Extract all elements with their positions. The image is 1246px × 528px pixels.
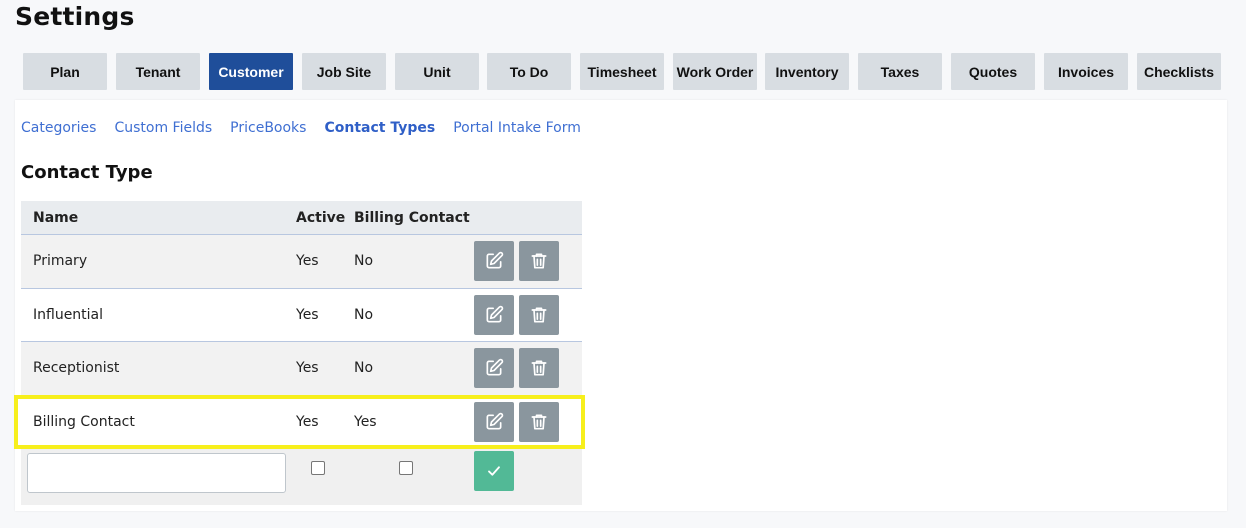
row-active: Yes bbox=[296, 306, 319, 323]
edit-icon bbox=[486, 359, 504, 376]
tab-customer[interactable]: Customer bbox=[209, 53, 293, 90]
new-billing-contact-checkbox[interactable] bbox=[399, 461, 413, 475]
edit-button[interactable] bbox=[474, 294, 514, 335]
trash-icon bbox=[531, 360, 547, 376]
delete-button[interactable] bbox=[519, 294, 559, 335]
tab-job-site[interactable]: Job Site bbox=[302, 53, 386, 90]
row-name: Influential bbox=[33, 306, 104, 323]
row-active: Yes bbox=[296, 253, 319, 270]
tab-work-order[interactable]: Work Order bbox=[673, 53, 757, 90]
edit-button[interactable] bbox=[474, 241, 514, 282]
tab-inventory[interactable]: Inventory bbox=[765, 53, 849, 90]
edit-button[interactable] bbox=[474, 401, 514, 442]
edit-button[interactable] bbox=[474, 348, 514, 389]
table-row-highlighted: Billing Contact Yes Yes bbox=[21, 395, 582, 449]
row-active: Yes bbox=[296, 413, 319, 430]
trash-icon bbox=[531, 253, 547, 269]
subnav-portal-intake-form[interactable]: Portal Intake Form bbox=[453, 120, 581, 136]
row-billing-contact: No bbox=[354, 253, 374, 270]
column-header-active: Active bbox=[296, 209, 346, 226]
customer-subnav: Categories Custom Fields PriceBooks Cont… bbox=[21, 120, 599, 136]
settings-panel: Categories Custom Fields PriceBooks Cont… bbox=[14, 100, 1227, 511]
column-header-billing-contact: Billing Contact bbox=[354, 209, 470, 226]
tab-taxes[interactable]: Taxes bbox=[858, 53, 942, 90]
delete-button[interactable] bbox=[519, 348, 559, 389]
delete-button[interactable] bbox=[519, 401, 559, 442]
row-billing-contact: No bbox=[354, 360, 374, 377]
row-name: Receptionist bbox=[33, 360, 120, 377]
trash-icon bbox=[531, 414, 547, 430]
table-row: Primary Yes No bbox=[21, 235, 582, 289]
row-active: Yes bbox=[296, 360, 319, 377]
edit-icon bbox=[486, 305, 504, 323]
new-contact-type-name-input[interactable] bbox=[27, 453, 286, 493]
table-header: Name Active Billing Contact bbox=[21, 201, 582, 235]
tab-invoices[interactable]: Invoices bbox=[1044, 53, 1128, 90]
subnav-custom-fields[interactable]: Custom Fields bbox=[114, 120, 212, 136]
tab-tenant[interactable]: Tenant bbox=[116, 53, 200, 90]
tab-checklists[interactable]: Checklists bbox=[1137, 53, 1221, 90]
tab-to-do[interactable]: To Do bbox=[487, 53, 571, 90]
row-name: Primary bbox=[33, 253, 88, 270]
section-title: Contact Type bbox=[21, 162, 153, 183]
tab-unit[interactable]: Unit bbox=[395, 53, 479, 90]
table-row: Influential Yes No bbox=[21, 288, 582, 342]
trash-icon bbox=[531, 307, 547, 323]
subnav-categories[interactable]: Categories bbox=[21, 120, 96, 136]
edit-icon bbox=[486, 252, 504, 269]
new-active-checkbox[interactable] bbox=[311, 461, 325, 475]
table-row: Receptionist Yes No bbox=[21, 342, 582, 396]
row-billing-contact: No bbox=[354, 306, 374, 323]
row-billing-contact: Yes bbox=[354, 413, 377, 430]
contact-type-table: Name Active Billing Contact Primary Yes … bbox=[14, 201, 585, 505]
new-contact-type-row bbox=[21, 449, 582, 505]
delete-button[interactable] bbox=[519, 241, 559, 282]
page-title: Settings bbox=[15, 2, 135, 31]
tab-quotes[interactable]: Quotes bbox=[951, 53, 1035, 90]
edit-icon bbox=[486, 412, 504, 430]
subnav-contact-types[interactable]: Contact Types bbox=[324, 120, 435, 136]
tab-plan[interactable]: Plan bbox=[23, 53, 107, 90]
column-header-name: Name bbox=[33, 209, 79, 226]
save-contact-type-button[interactable] bbox=[474, 451, 514, 491]
row-name: Billing Contact bbox=[33, 413, 135, 430]
check-icon bbox=[488, 466, 500, 476]
tab-timesheet[interactable]: Timesheet bbox=[580, 53, 664, 90]
subnav-pricebooks[interactable]: PriceBooks bbox=[230, 120, 306, 136]
